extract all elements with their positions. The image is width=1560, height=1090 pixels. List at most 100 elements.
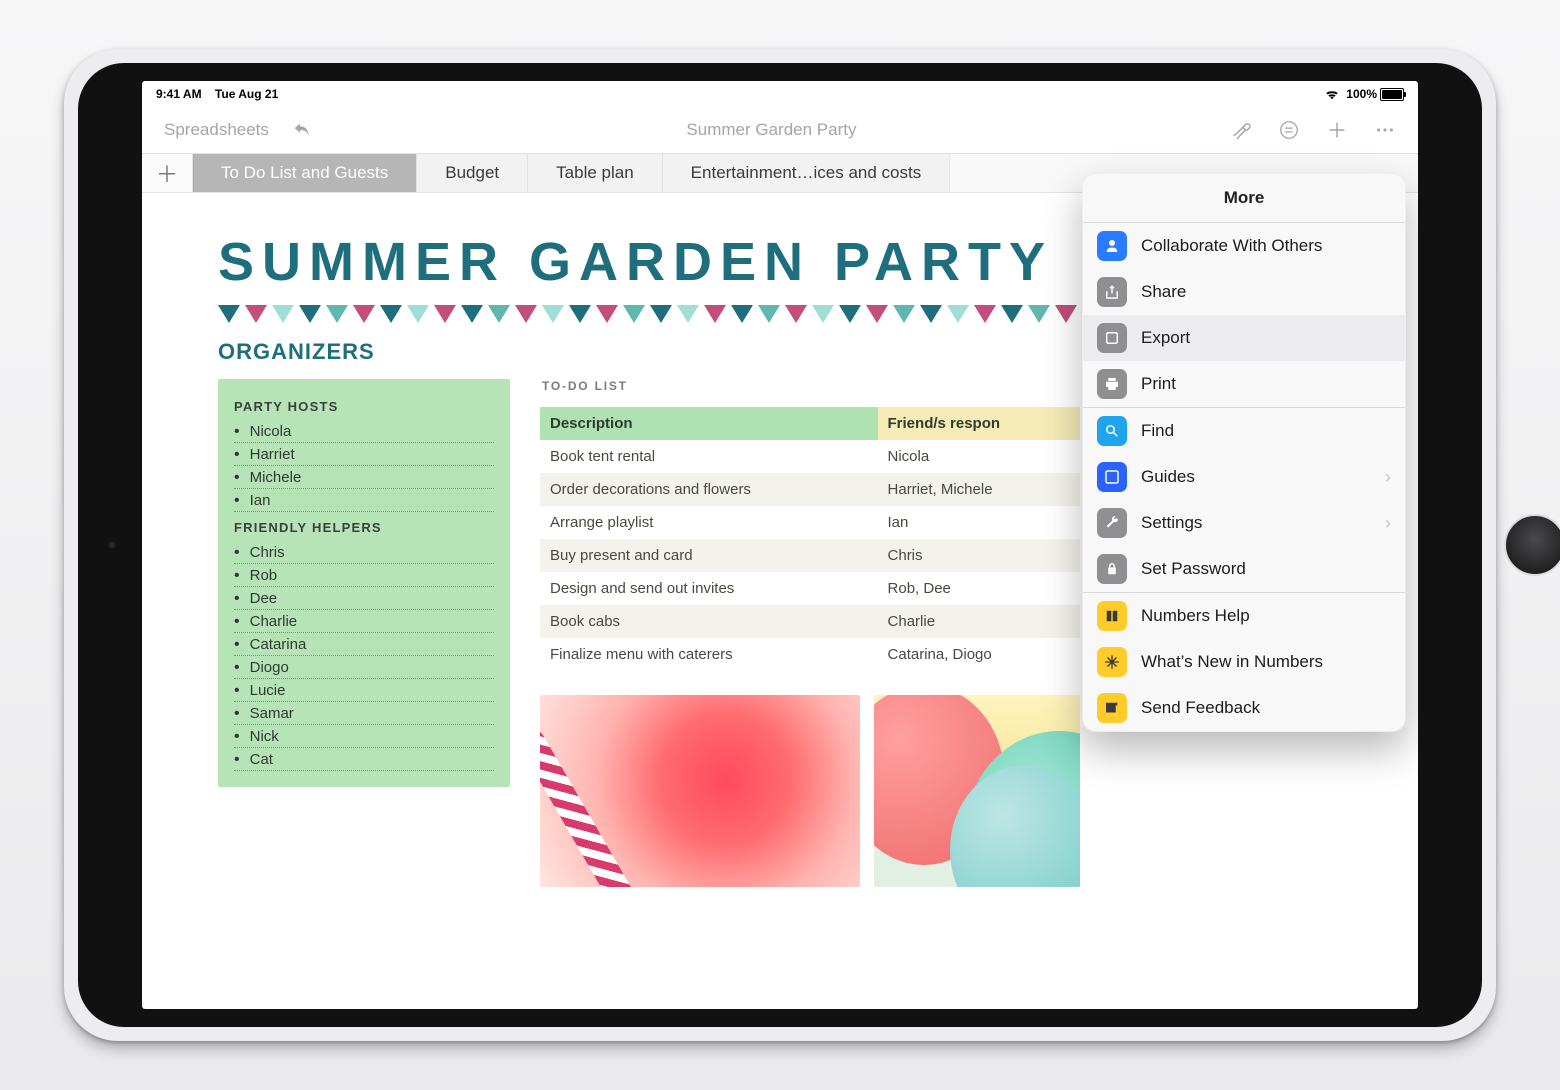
menu-find[interactable]: Find (1083, 408, 1405, 454)
status-left: 9:41 AM Tue Aug 21 (156, 87, 278, 101)
menu-export[interactable]: Export (1083, 315, 1405, 361)
insert-icon[interactable] (1278, 119, 1300, 141)
image-gallery (540, 695, 1080, 887)
menu-collaborate[interactable]: Collaborate With Others (1083, 223, 1405, 269)
table-row: Finalize menu with caterersCatarina, Dio… (540, 638, 1080, 671)
menu-guides[interactable]: Guides › (1083, 454, 1405, 500)
sparkle-icon (1097, 647, 1127, 677)
cell-responsible: Nicola (878, 440, 1080, 473)
menu-feedback[interactable]: Send Feedback (1083, 685, 1405, 731)
cell-description: Book tent rental (540, 440, 878, 473)
menu-label: Guides (1141, 467, 1195, 487)
screen: 9:41 AM Tue Aug 21 100% Spreadsheets Sum… (142, 81, 1418, 1009)
helpers-list: ChrisRobDeeCharlieCatarinaDiogoLucieSama… (234, 541, 494, 771)
list-item: Catarina (234, 633, 494, 656)
print-icon (1097, 369, 1127, 399)
menu-setpassword[interactable]: Set Password (1083, 546, 1405, 592)
sheet-tab-budget[interactable]: Budget (417, 154, 528, 192)
guides-icon (1097, 462, 1127, 492)
search-icon (1097, 416, 1127, 446)
export-icon (1097, 323, 1127, 353)
hosts-header: PARTY HOSTS (234, 399, 494, 414)
format-brush-icon[interactable] (1230, 119, 1252, 141)
list-item: Samar (234, 702, 494, 725)
menu-whatsnew[interactable]: What’s New in Numbers (1083, 639, 1405, 685)
cell-responsible: Rob, Dee (878, 572, 1080, 605)
cell-description: Design and send out invites (540, 572, 878, 605)
cell-description: Arrange playlist (540, 506, 878, 539)
table-row: Arrange playlistIan (540, 506, 1080, 539)
menu-print[interactable]: Print (1083, 361, 1405, 407)
more-icon[interactable] (1374, 119, 1396, 141)
list-item: Ian (234, 489, 494, 512)
cell-description: Order decorations and flowers (540, 473, 878, 506)
battery-percent: 100% (1346, 87, 1377, 101)
lock-icon (1097, 554, 1127, 584)
back-button[interactable]: Spreadsheets (164, 120, 269, 140)
menu-help[interactable]: Numbers Help (1083, 593, 1405, 639)
menu-label: Settings (1141, 513, 1202, 533)
chevron-right-icon: › (1385, 513, 1391, 534)
menu-label: Print (1141, 374, 1176, 394)
menu-label: Find (1141, 421, 1174, 441)
menu-label: Collaborate With Others (1141, 236, 1322, 256)
more-popover: More Collaborate With Others Share Expor… (1082, 173, 1406, 732)
menu-label: Set Password (1141, 559, 1246, 579)
list-item: Nicola (234, 420, 494, 443)
photo-balloons (874, 695, 1080, 887)
front-camera (108, 541, 116, 549)
cell-responsible: Catarina, Diogo (878, 638, 1080, 671)
list-item: Dee (234, 587, 494, 610)
list-item: Rob (234, 564, 494, 587)
todo-label: TO-DO LIST (542, 379, 1080, 393)
cell-responsible: Chris (878, 539, 1080, 572)
menu-label: Send Feedback (1141, 698, 1260, 718)
status-date: Tue Aug 21 (215, 87, 278, 101)
col-responsible: Friend/s respon (878, 407, 1080, 440)
wifi-icon (1324, 88, 1340, 100)
wrench-icon (1097, 508, 1127, 538)
battery-indicator: 100% (1346, 87, 1404, 101)
list-item: Cat (234, 748, 494, 771)
cell-description: Book cabs (540, 605, 878, 638)
table-row: Book cabsCharlie (540, 605, 1080, 638)
todo-column: TO-DO LIST Description Friend/s respon B… (540, 379, 1080, 887)
popover-title: More (1083, 174, 1405, 223)
todo-table: Description Friend/s respon Book tent re… (540, 407, 1080, 671)
menu-label: What’s New in Numbers (1141, 652, 1323, 672)
col-description: Description (540, 407, 878, 440)
menu-label: Numbers Help (1141, 606, 1250, 626)
sheet-tab-tableplan[interactable]: Table plan (528, 154, 663, 192)
table-row: Buy present and cardChris (540, 539, 1080, 572)
table-row: Book tent rentalNicola (540, 440, 1080, 473)
document-title: Summer Garden Party (313, 120, 1230, 140)
status-bar: 9:41 AM Tue Aug 21 100% (142, 81, 1418, 107)
menu-share[interactable]: Share (1083, 269, 1405, 315)
add-sheet-button[interactable]: ＋ (142, 154, 193, 192)
add-icon[interactable] (1326, 119, 1348, 141)
share-icon (1097, 277, 1127, 307)
cell-responsible: Charlie (878, 605, 1080, 638)
organizers-box: PARTY HOSTS NicolaHarrietMicheleIan FRIE… (218, 379, 510, 787)
list-item: Lucie (234, 679, 494, 702)
home-button[interactable] (1504, 514, 1560, 576)
status-time: 9:41 AM (156, 87, 202, 101)
chevron-right-icon: › (1385, 467, 1391, 488)
cell-description: Buy present and card (540, 539, 878, 572)
sheet-tab-entertainment[interactable]: Entertainment…ices and costs (663, 154, 951, 192)
photo-drink (540, 695, 860, 887)
list-item: Michele (234, 466, 494, 489)
status-right: 100% (1324, 87, 1404, 101)
hosts-list: NicolaHarrietMicheleIan (234, 420, 494, 512)
cell-responsible: Harriet, Michele (878, 473, 1080, 506)
cell-description: Finalize menu with caterers (540, 638, 878, 671)
compose-icon (1097, 693, 1127, 723)
list-item: Chris (234, 541, 494, 564)
sheet-tab-active[interactable]: To Do List and Guests (193, 154, 417, 192)
app-toolbar: Spreadsheets Summer Garden Party (142, 107, 1418, 153)
helpers-header: FRIENDLY HELPERS (234, 520, 494, 535)
person-icon (1097, 231, 1127, 261)
menu-label: Export (1141, 328, 1190, 348)
menu-settings[interactable]: Settings › (1083, 500, 1405, 546)
undo-icon[interactable] (291, 119, 313, 141)
